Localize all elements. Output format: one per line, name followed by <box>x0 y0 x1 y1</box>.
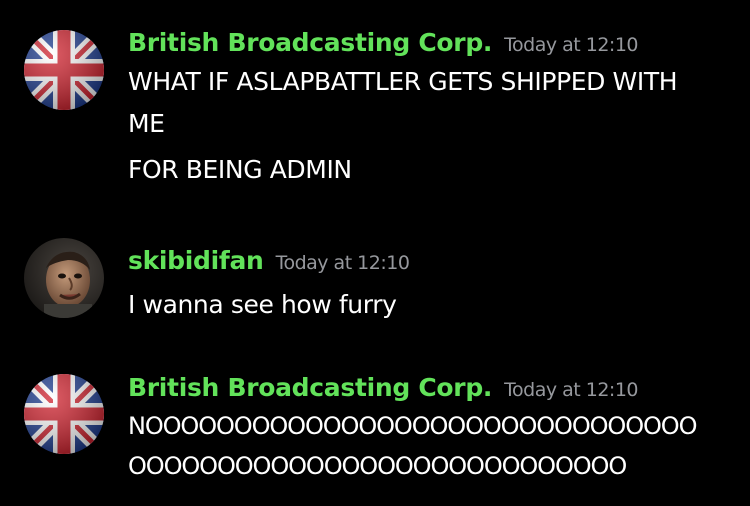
message-timestamp: Today at 12:10 <box>504 379 639 401</box>
union-jack-flag-icon <box>24 30 104 110</box>
message-text: OOOOOOOOOOOOOOOOOOOOOOOOOOOO <box>128 452 627 480</box>
message-timestamp: Today at 12:10 <box>275 252 410 274</box>
author-avatar[interactable] <box>24 238 104 318</box>
message-text: ME <box>128 109 165 138</box>
author-avatar[interactable] <box>24 30 104 110</box>
author-name[interactable]: British Broadcasting Corp. <box>128 373 492 402</box>
union-jack-flag-icon <box>24 374 104 454</box>
message-text: NOOOOOOOOOOOOOOOOOOOOOOOOOOOOOOO <box>128 412 697 440</box>
author-name[interactable]: skibidifan <box>128 246 264 275</box>
author-avatar[interactable] <box>24 374 104 454</box>
message-timestamp: Today at 12:10 <box>504 34 639 56</box>
author-name[interactable]: British Broadcasting Corp. <box>128 28 492 57</box>
message-text: WHAT IF ASLAPBATTLER GETS SHIPPED WITH <box>128 67 678 96</box>
face-avatar-icon <box>24 238 104 318</box>
message-text: I wanna see how furry <box>128 290 397 319</box>
message-text: FOR BEING ADMIN <box>128 155 352 184</box>
